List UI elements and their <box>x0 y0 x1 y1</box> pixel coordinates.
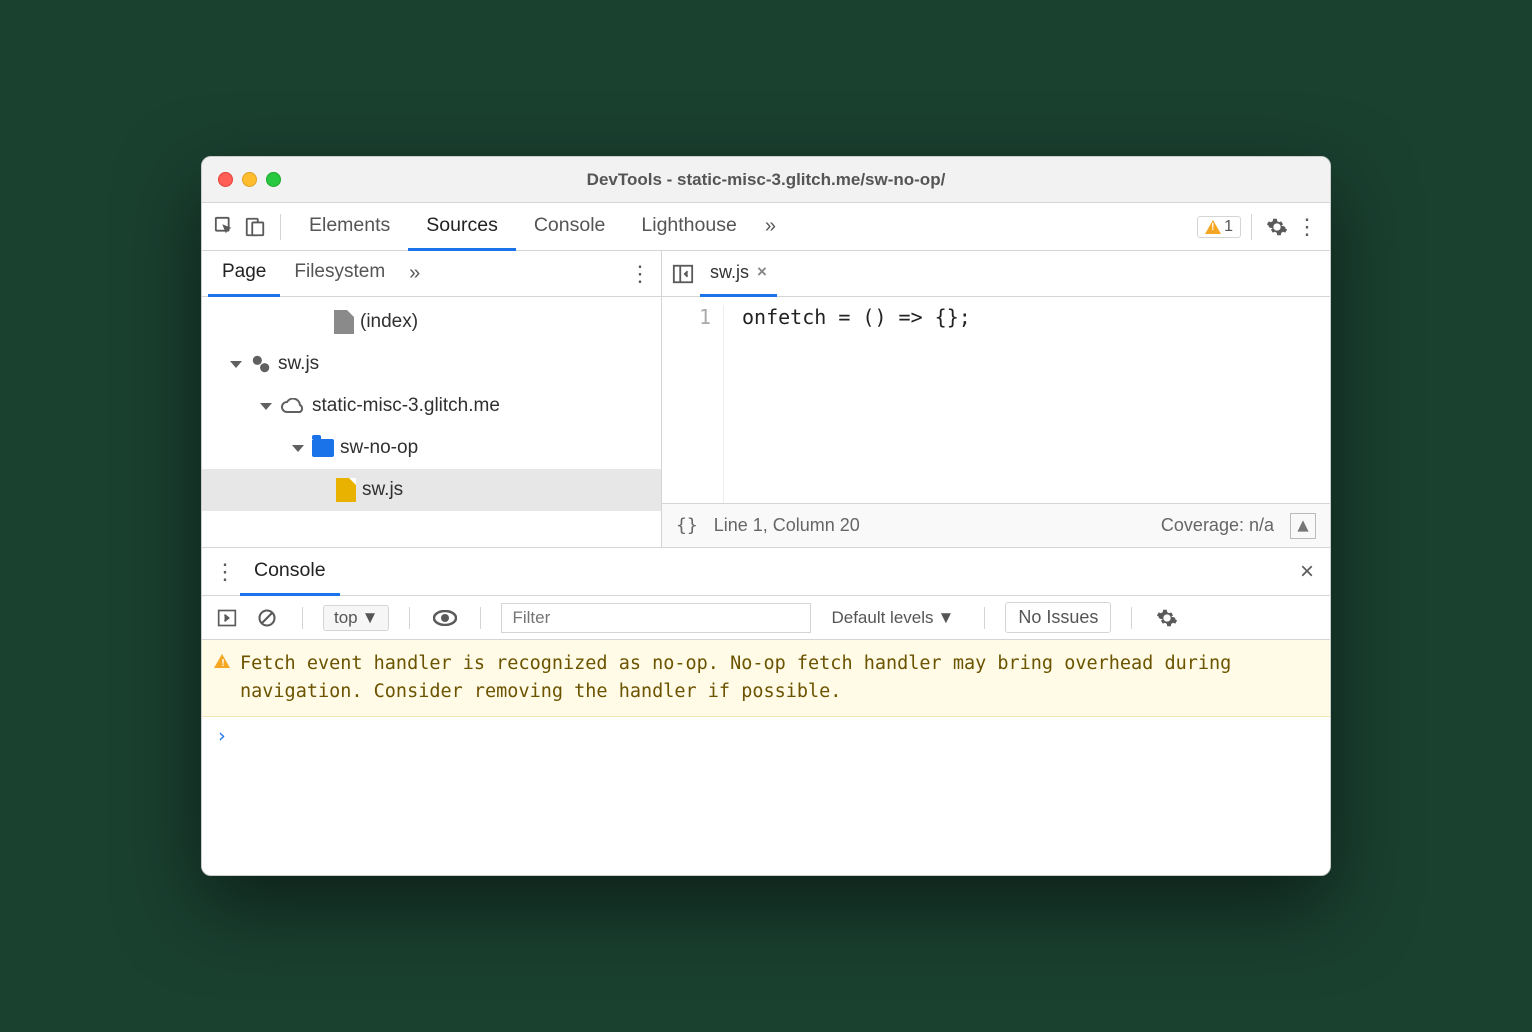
warning-text: Fetch event handler is recognized as no-… <box>240 650 1318 706</box>
navigator-kebab-icon[interactable]: ⋮ <box>625 259 655 289</box>
title-bar: DevTools - static-misc-3.glitch.me/sw-no… <box>202 157 1330 203</box>
divider <box>280 214 281 240</box>
toggle-navigator-icon[interactable] <box>668 259 698 289</box>
levels-label: Default levels <box>831 608 933 628</box>
divider <box>302 607 303 629</box>
chevron-down-icon: ▼ <box>362 608 379 628</box>
clear-console-icon[interactable] <box>252 603 282 633</box>
navigator-tab-page[interactable]: Page <box>208 251 280 297</box>
tree-label: sw.js <box>362 479 403 501</box>
tree-item-worker[interactable]: sw.js <box>202 343 661 385</box>
more-tabs-icon[interactable]: » <box>755 215 786 238</box>
gears-icon <box>250 353 272 375</box>
file-tree: (index) sw.js static-misc-3.glitch.me sw… <box>202 297 661 547</box>
divider <box>984 607 985 629</box>
navigator-pane: Page Filesystem » ⋮ (index) sw.js <box>202 251 662 547</box>
tab-console[interactable]: Console <box>516 203 624 251</box>
chevron-down-icon <box>260 403 272 410</box>
issues-button[interactable]: No Issues <box>1005 602 1111 633</box>
editor-tab-bar: sw.js × <box>662 251 1330 297</box>
tree-label: sw-no-op <box>340 437 418 459</box>
context-selector[interactable]: top ▼ <box>323 605 389 631</box>
minimize-window-button[interactable] <box>242 172 257 187</box>
code-editor[interactable]: 1 onfetch = () => {}; <box>662 297 1330 503</box>
pretty-print-button[interactable]: {} <box>676 515 698 536</box>
tab-lighthouse[interactable]: Lighthouse <box>623 203 754 251</box>
cursor-position: Line 1, Column 20 <box>714 515 860 536</box>
tree-item-folder[interactable]: sw-no-op <box>202 427 661 469</box>
editor-pane: sw.js × 1 onfetch = () => {}; {} Line 1,… <box>662 251 1330 547</box>
divider <box>409 607 410 629</box>
editor-status-bar: {} Line 1, Column 20 Coverage: n/a <box>662 503 1330 547</box>
divider <box>1131 607 1132 629</box>
console-prompt[interactable]: › <box>202 717 1330 755</box>
drawer-kebab-icon[interactable]: ⋮ <box>210 557 240 587</box>
close-tab-icon[interactable]: × <box>757 262 767 282</box>
device-toolbar-icon[interactable] <box>240 212 270 242</box>
context-label: top <box>334 608 358 628</box>
tab-sources[interactable]: Sources <box>408 203 516 251</box>
prompt-chevron-icon: › <box>216 725 227 747</box>
console-drawer: ⋮ Console × top ▼ Default lev <box>202 547 1330 875</box>
kebab-menu-icon[interactable]: ⋮ <box>1292 212 1322 242</box>
settings-icon[interactable] <box>1262 212 1292 242</box>
drawer-tab-console[interactable]: Console <box>240 548 340 596</box>
close-drawer-icon[interactable]: × <box>1292 557 1322 587</box>
show-debugger-icon[interactable] <box>1290 513 1316 539</box>
window-controls <box>218 172 281 187</box>
tree-item-index[interactable]: (index) <box>202 301 661 343</box>
tree-label: static-misc-3.glitch.me <box>312 395 500 417</box>
devtools-window: DevTools - static-misc-3.glitch.me/sw-no… <box>201 156 1331 876</box>
sources-panel: Page Filesystem » ⋮ (index) sw.js <box>202 251 1330 547</box>
tree-label: (index) <box>360 311 418 333</box>
warnings-badge[interactable]: 1 <box>1197 216 1241 238</box>
log-levels-selector[interactable]: Default levels ▼ <box>821 606 964 630</box>
maximize-window-button[interactable] <box>266 172 281 187</box>
code-line: onfetch = () => {}; <box>742 305 971 329</box>
live-expression-icon[interactable] <box>430 603 460 633</box>
filter-input[interactable] <box>501 603 811 633</box>
divider <box>1251 214 1252 240</box>
document-icon <box>334 310 354 334</box>
tab-elements[interactable]: Elements <box>291 203 408 251</box>
js-file-icon <box>336 478 356 502</box>
code-content: onfetch = () => {}; <box>724 305 971 503</box>
chevron-down-icon <box>292 445 304 452</box>
line-gutter: 1 <box>662 305 724 503</box>
warning-count: 1 <box>1224 218 1233 236</box>
navigator-more-icon[interactable]: » <box>399 262 430 285</box>
tree-item-domain[interactable]: static-misc-3.glitch.me <box>202 385 661 427</box>
tree-item-file[interactable]: sw.js <box>202 469 661 511</box>
tree-label: sw.js <box>278 353 319 375</box>
chevron-down-icon <box>230 361 242 368</box>
chevron-down-icon: ▼ <box>938 608 955 628</box>
cloud-icon <box>280 398 306 414</box>
inspect-element-icon[interactable] <box>210 212 240 242</box>
divider <box>480 607 481 629</box>
toggle-sidebar-icon[interactable] <box>212 603 242 633</box>
warning-icon <box>214 654 230 668</box>
console-settings-icon[interactable] <box>1152 603 1182 633</box>
coverage-label: Coverage: n/a <box>1161 515 1274 536</box>
window-title: DevTools - static-misc-3.glitch.me/sw-no… <box>202 170 1330 190</box>
folder-icon <box>312 439 334 457</box>
drawer-tab-bar: ⋮ Console × <box>202 548 1330 596</box>
line-number: 1 <box>662 305 711 329</box>
main-toolbar: Elements Sources Console Lighthouse » 1 … <box>202 203 1330 251</box>
warning-icon <box>1205 220 1221 234</box>
console-toolbar: top ▼ Default levels ▼ No Issues <box>202 596 1330 640</box>
close-window-button[interactable] <box>218 172 233 187</box>
editor-tab-label: sw.js <box>710 262 749 283</box>
navigator-tab-filesystem[interactable]: Filesystem <box>280 251 399 297</box>
navigator-tabs: Page Filesystem » ⋮ <box>202 251 661 297</box>
editor-tab-swjs[interactable]: sw.js × <box>700 251 777 297</box>
console-warning-message[interactable]: Fetch event handler is recognized as no-… <box>202 640 1330 717</box>
